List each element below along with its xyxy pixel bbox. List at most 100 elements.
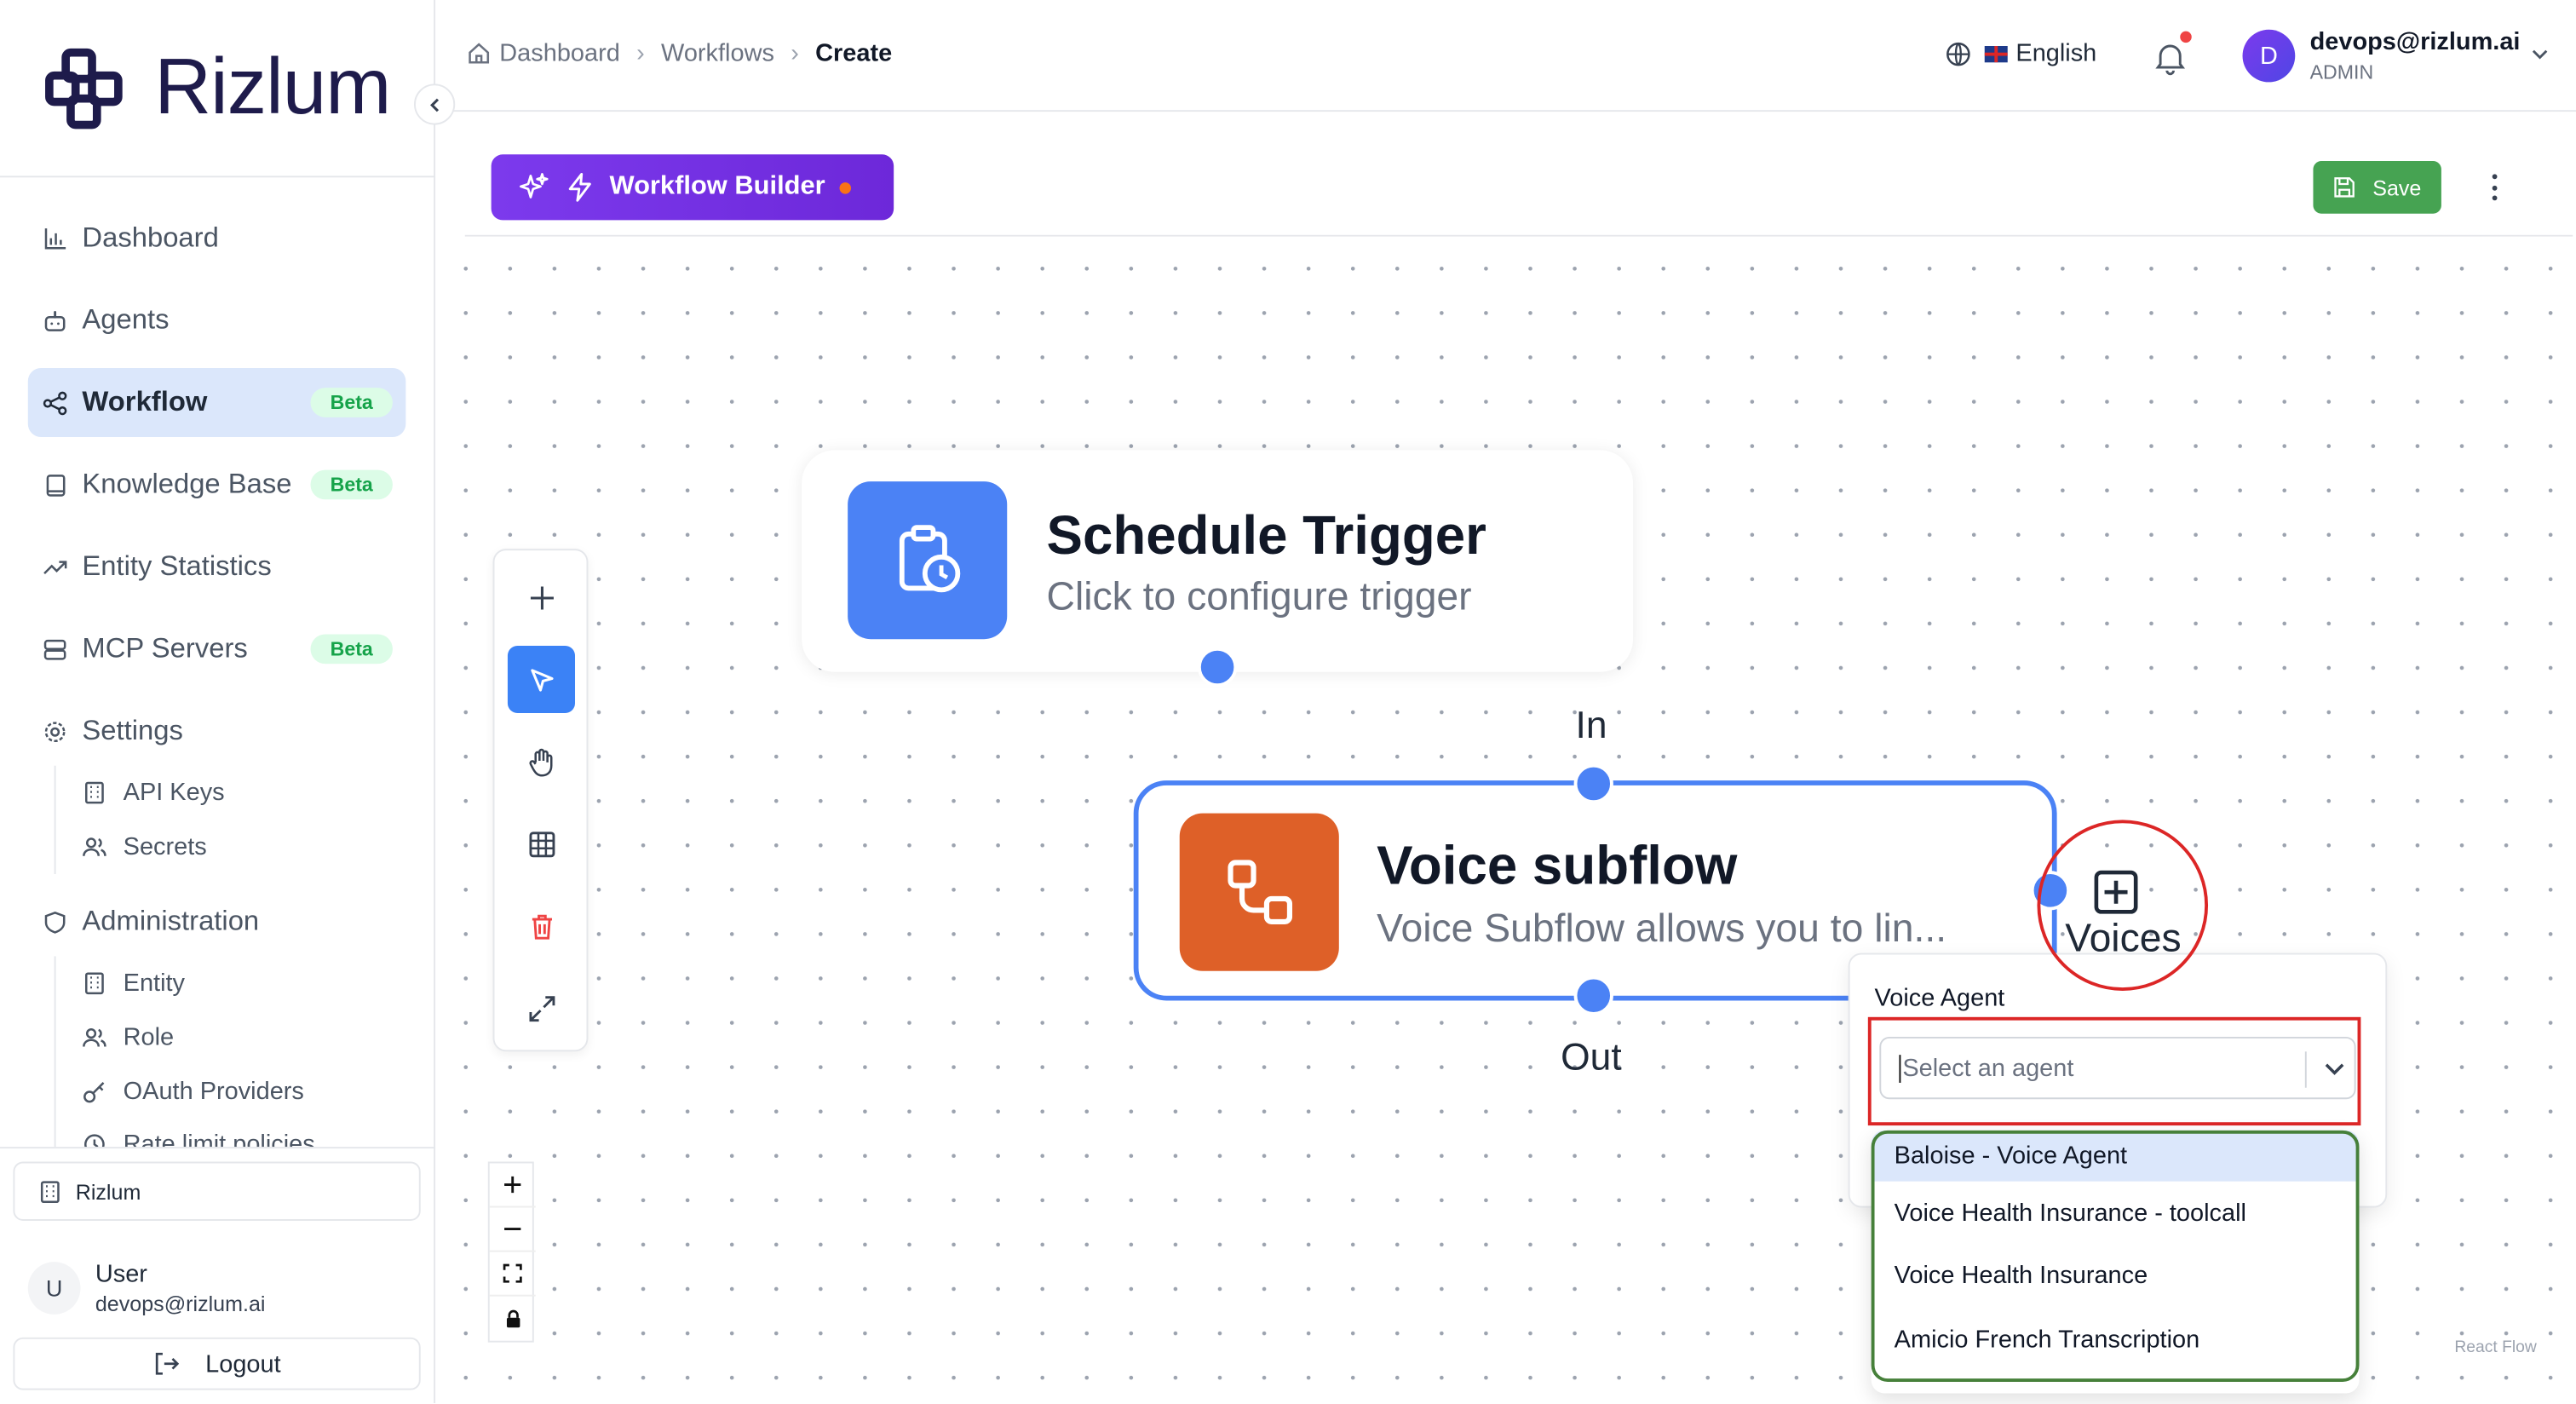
header-user-avatar[interactable]: D (2242, 29, 2296, 83)
sparkles-icon (518, 171, 551, 204)
react-flow-attribution[interactable]: React Flow (2454, 1339, 2536, 1357)
more-options-icon[interactable] (2482, 171, 2505, 204)
plus-icon (504, 1176, 521, 1194)
brand-name: Rizlum (154, 44, 391, 132)
sidebar-item-entity-statistics[interactable]: Entity Statistics (28, 532, 406, 601)
zoom-out-button[interactable] (489, 1208, 536, 1252)
chevron-left-icon (429, 97, 439, 112)
sidebar-item-label: MCP Servers (82, 632, 248, 665)
bar-chart-icon (41, 225, 67, 251)
globe-icon (1946, 41, 1970, 66)
top-bar: Dashboard › Workflows › Create English D… (437, 0, 2576, 112)
users-icon (83, 837, 106, 855)
logout-label: Logout (205, 1349, 281, 1378)
delete-button[interactable] (508, 892, 575, 959)
building-icon (84, 971, 104, 994)
lock-button[interactable] (490, 1297, 536, 1341)
building-icon (40, 1180, 60, 1203)
input-handle-label: In (1575, 703, 1607, 746)
canvas-tools (492, 549, 589, 1052)
node-icon-box (1179, 813, 1339, 971)
logout-button[interactable]: Logout (13, 1337, 421, 1390)
logout-icon (152, 1350, 180, 1377)
sidebar-item-label: Agents (82, 303, 170, 336)
voice-output-handle[interactable] (1573, 975, 1613, 1016)
voice-input-handle[interactable] (1573, 763, 1613, 804)
header-user-role: ADMIN (2309, 60, 2374, 84)
node-title: Schedule Trigger (1046, 504, 1486, 566)
shield-icon (41, 909, 67, 935)
user-name: User (95, 1260, 147, 1289)
breadcrumb-workflows[interactable]: Workflows (661, 39, 774, 67)
organization-switcher[interactable]: Rizlum (13, 1161, 421, 1221)
pan-tool-button[interactable] (508, 728, 575, 795)
schedule-trigger-node[interactable]: Schedule Trigger Click to configure trig… (802, 450, 1634, 672)
node-icon-box (848, 481, 1008, 640)
grid-toggle-button[interactable] (508, 810, 575, 878)
sidebar-subitem-label: OAuth Providers (123, 1077, 304, 1105)
sidebar-item-label: Workflow (82, 386, 208, 417)
chevron-down-icon[interactable] (2530, 44, 2550, 64)
voice-agent-label: Voice Agent (1874, 984, 2005, 1013)
notification-dot (2180, 31, 2192, 43)
builder-toolbar: Workflow Builder Save (464, 141, 2573, 237)
sidebar-subitem-role[interactable]: Role (82, 1014, 174, 1060)
sidebar-subitem-rate-limit-policies[interactable]: Rate limit policies (82, 1120, 315, 1148)
hand-icon (528, 747, 552, 776)
sidebar-subitem-entity[interactable]: Entity (82, 959, 185, 1005)
sidebar-item-label: Dashboard (82, 222, 219, 254)
beta-badge: Beta (310, 388, 393, 417)
share-icon (41, 389, 67, 416)
highlight-rectangle (1867, 1016, 2361, 1126)
sidebar-item-administration[interactable]: Administration (28, 887, 406, 956)
output-handle-label: Out (1561, 1035, 1622, 1079)
minus-icon (504, 1228, 521, 1231)
node-title: Voice subflow (1377, 834, 1738, 896)
zoom-in-button[interactable] (489, 1163, 536, 1208)
sidebar-item-settings[interactable]: Settings (28, 697, 406, 766)
add-node-button[interactable] (508, 564, 575, 631)
building-icon (84, 780, 104, 803)
uk-flag-icon (1984, 45, 2008, 62)
sidebar-item-agents[interactable]: Agents (28, 286, 406, 355)
sidebar-item-mcp-servers[interactable]: MCP Servers Beta (28, 614, 406, 683)
unsaved-indicator-dot (840, 181, 852, 193)
header-user-email[interactable]: devops@rizlum.ai (2310, 28, 2521, 56)
node-subtitle: Voice Subflow allows you to lin... (1377, 906, 1947, 952)
sidebar-subitem-label: Role (123, 1022, 175, 1051)
settings-sub-divider (54, 765, 56, 875)
beta-badge: Beta (310, 634, 393, 665)
trigger-output-handle[interactable] (1197, 647, 1238, 688)
trending-up-icon (41, 554, 67, 580)
sidebar: Rizlum Dashboard Agents Workflow Beta Kn… (0, 0, 456, 1404)
clock-icon (84, 1133, 105, 1148)
sidebar-subitem-label: Secrets (123, 831, 207, 860)
fit-view-button[interactable] (489, 1252, 536, 1297)
select-tool-button[interactable] (507, 645, 576, 714)
grid-icon (528, 831, 555, 857)
builder-title-text: Workflow Builder (609, 172, 825, 201)
sidebar-item-workflow[interactable]: Workflow Beta (27, 368, 406, 438)
save-label: Save (2372, 175, 2422, 200)
organization-name: Rizlum (75, 1178, 141, 1204)
collapse-sidebar-button[interactable] (414, 83, 456, 125)
breadcrumb-dashboard[interactable]: Dashboard (499, 39, 620, 67)
lightning-icon (564, 171, 597, 204)
sidebar-item-dashboard[interactable]: Dashboard (28, 204, 406, 273)
language-selector[interactable]: English (1945, 39, 2096, 67)
sidebar-subitem-api-keys[interactable]: API Keys (82, 769, 225, 815)
sidebar-item-label: Administration (82, 905, 260, 937)
fullscreen-button[interactable] (508, 975, 575, 1042)
save-button[interactable]: Save (2313, 161, 2441, 214)
sidebar-subitem-oauth-providers[interactable]: OAuth Providers (82, 1068, 304, 1114)
beta-badge: Beta (310, 469, 393, 500)
sidebar-subitem-secrets[interactable]: Secrets (82, 823, 207, 869)
bell-icon[interactable] (2152, 39, 2188, 76)
plus-icon (529, 585, 553, 609)
key-icon (83, 1081, 105, 1102)
sidebar-item-knowledge-base[interactable]: Knowledge Base Beta (28, 450, 406, 519)
chevron-right-icon: › (636, 39, 645, 68)
logo-area: Rizlum (0, 0, 436, 178)
fit-view-icon (503, 1263, 522, 1283)
user-email: devops@rizlum.ai (95, 1291, 266, 1316)
